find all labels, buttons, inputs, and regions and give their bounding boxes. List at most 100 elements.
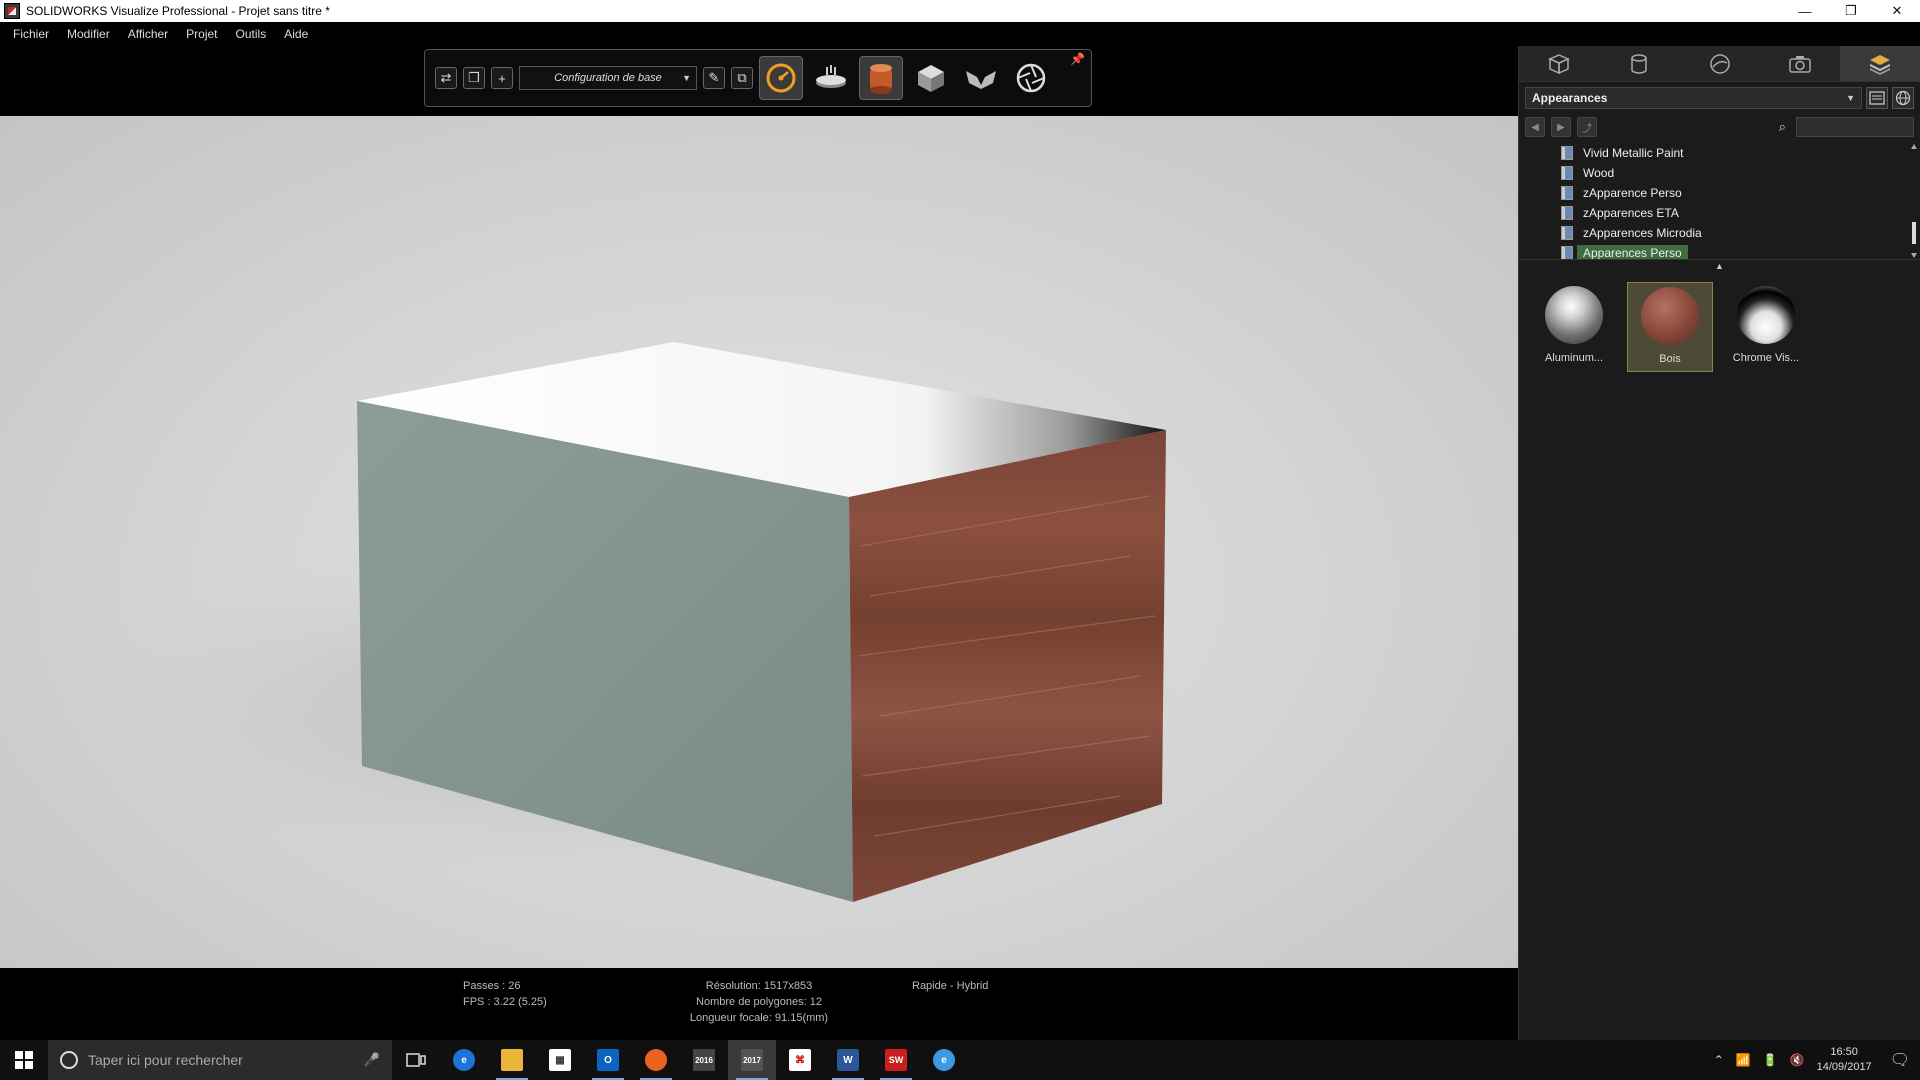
menu-aide[interactable]: Aide	[275, 27, 317, 41]
menu-outils[interactable]: Outils	[227, 27, 276, 41]
thumbnail-bois[interactable]: Bois	[1627, 282, 1713, 372]
microphone-icon[interactable]: 🎤	[364, 1052, 380, 1068]
appearance-tab-icon[interactable]	[1599, 46, 1679, 81]
back-icon[interactable]: ◀	[1525, 117, 1545, 137]
bois-preview	[1641, 287, 1699, 345]
swap-icon[interactable]: ⇄	[435, 67, 457, 89]
chevron-down-icon: ▼	[1846, 93, 1855, 103]
visualize-2017-icon[interactable]: 2017	[728, 1040, 776, 1080]
menu-fichier[interactable]: Fichier	[4, 27, 58, 41]
tree-item[interactable]: zApparences ETA	[1561, 204, 1679, 222]
folder-icon	[1561, 246, 1573, 259]
thumbnail-aluminum[interactable]: Aluminum...	[1531, 282, 1617, 372]
task-view-icon[interactable]	[392, 1040, 440, 1080]
taskbar: Taper ici pour rechercher 🎤 e ▦ O 2016 2…	[0, 1040, 1920, 1080]
pin-icon[interactable]: 📌	[1070, 52, 1085, 66]
volume-muted-icon[interactable]: 🔇	[1790, 1053, 1805, 1067]
taskbar-search[interactable]: Taper ici pour rechercher 🎤	[48, 1040, 392, 1080]
menu-bar: Fichier Modifier Afficher Projet Outils …	[0, 22, 1920, 46]
library-search-input[interactable]	[1796, 117, 1914, 137]
model-icon[interactable]	[909, 56, 953, 100]
tray-expand-icon[interactable]: ⌃	[1714, 1053, 1724, 1067]
tree-item[interactable]: zApparences Microdia	[1561, 224, 1702, 242]
clock-date: 14/09/2017	[1816, 1061, 1872, 1073]
word-icon[interactable]: W	[824, 1040, 872, 1080]
cortana-icon	[60, 1051, 78, 1069]
solidworks-icon[interactable]: SW	[872, 1040, 920, 1080]
camera-view-icon[interactable]	[959, 56, 1003, 100]
duplicate-icon[interactable]: ⧉	[731, 67, 753, 89]
up-folder-icon[interactable]: ⤴	[1577, 117, 1597, 137]
panel-tabs	[1519, 46, 1920, 82]
libraries-tab-icon[interactable]	[1839, 46, 1920, 81]
splitter-handle[interactable]: ▲	[1519, 262, 1920, 272]
status-left: Passes : 26 FPS : 3.22 (5.25)	[463, 978, 547, 1010]
panel-header: Appearances ▼	[1525, 86, 1914, 110]
copy-icon[interactable]: ❐	[463, 67, 485, 89]
folder-icon	[1561, 226, 1573, 240]
toolbar-area: ⇄ ❐ + Configuration de base ▼ ✎ ⧉ 📌	[0, 46, 1518, 116]
model-tab-icon[interactable]	[1519, 46, 1599, 81]
library-type-select[interactable]: Appearances ▼	[1525, 87, 1862, 109]
tree-item[interactable]: zApparence Perso	[1561, 184, 1682, 202]
folder-icon	[1561, 146, 1573, 160]
turntable-icon[interactable]	[809, 56, 853, 100]
cloud-library-icon[interactable]	[1892, 87, 1914, 109]
taskbar-search-placeholder: Taper ici pour rechercher	[88, 1052, 243, 1068]
battery-icon[interactable]: 🔋	[1763, 1053, 1778, 1067]
app-icon	[4, 3, 20, 19]
restore-button[interactable]: ❐	[1828, 0, 1874, 22]
tree-scrollbar[interactable]	[1910, 142, 1918, 259]
visualize-2016-icon[interactable]: 2016	[680, 1040, 728, 1080]
tree-item[interactable]: Wood	[1561, 164, 1614, 182]
focal-length-text: Longueur focale: 91.15(mm)	[689, 1012, 829, 1024]
file-explorer-icon[interactable]	[488, 1040, 536, 1080]
ie-icon[interactable]: e	[920, 1040, 968, 1080]
menu-projet[interactable]: Projet	[177, 27, 226, 41]
library-tree: Vivid Metallic Paint Wood zApparence Per…	[1519, 142, 1920, 260]
search-icon: ⌕	[1778, 119, 1786, 134]
environment-icon[interactable]	[859, 56, 903, 100]
library-nav-row: ◀ ▶ ⤴ ⌕	[1525, 114, 1914, 140]
aluminum-preview	[1545, 286, 1603, 344]
configuration-select[interactable]: Configuration de base ▼	[519, 66, 697, 90]
tree-item[interactable]: Vivid Metallic Paint	[1561, 144, 1684, 162]
forward-icon[interactable]: ▶	[1551, 117, 1571, 137]
palette-panel: Appearances ▼ ◀ ▶ ⤴ ⌕ Vivid Metallic Pai…	[1518, 46, 1920, 1040]
folder-icon	[1561, 206, 1573, 220]
menu-afficher[interactable]: Afficher	[119, 27, 177, 41]
start-button[interactable]	[0, 1040, 48, 1080]
resolution-text: Résolution: 1517x853	[705, 980, 813, 992]
camera-tab-icon[interactable]	[1760, 46, 1840, 81]
notifications-icon[interactable]: 🗨	[1890, 1050, 1910, 1070]
add-icon[interactable]: +	[491, 67, 513, 89]
render-mode-text: Rapide - Hybrid	[912, 980, 989, 992]
firefox-icon[interactable]	[632, 1040, 680, 1080]
main-toolbar: ⇄ ❐ + Configuration de base ▼ ✎ ⧉ 📌	[424, 49, 1092, 107]
thumbnail-chrome[interactable]: Chrome Vis...	[1723, 282, 1809, 372]
close-button[interactable]: ✕	[1874, 0, 1920, 22]
minimize-button[interactable]: —	[1782, 0, 1828, 22]
store-icon[interactable]: ▦	[536, 1040, 584, 1080]
clock-time: 16:50	[1830, 1046, 1858, 1058]
speed-render-icon[interactable]	[759, 56, 803, 100]
aperture-icon[interactable]	[1009, 56, 1053, 100]
menu-modifier[interactable]: Modifier	[58, 27, 119, 41]
passes-text: Passes : 26	[463, 980, 521, 992]
polygons-text: Nombre de polygones: 12	[696, 996, 822, 1008]
acrobat-icon[interactable]: ⌘	[776, 1040, 824, 1080]
environment-tab-icon[interactable]	[1679, 46, 1759, 81]
status-center: Résolution: 1517x853 Nombre de polygones…	[684, 978, 834, 1026]
title-bar: SOLIDWORKS Visualize Professional - Proj…	[0, 0, 1920, 22]
render-viewport[interactable]	[0, 116, 1518, 968]
edit-icon[interactable]: ✎	[703, 67, 725, 89]
clock[interactable]: 16:50 14/09/2017	[1817, 1045, 1872, 1075]
scene-render	[80, 342, 1200, 902]
local-library-icon[interactable]	[1866, 87, 1888, 109]
edge-icon[interactable]: e	[440, 1040, 488, 1080]
tree-item-selected[interactable]: Apparences Perso	[1561, 244, 1688, 259]
folder-icon	[1561, 186, 1573, 200]
network-icon[interactable]: 📶	[1736, 1053, 1751, 1067]
chevron-down-icon: ▼	[682, 73, 691, 83]
outlook-icon[interactable]: O	[584, 1040, 632, 1080]
